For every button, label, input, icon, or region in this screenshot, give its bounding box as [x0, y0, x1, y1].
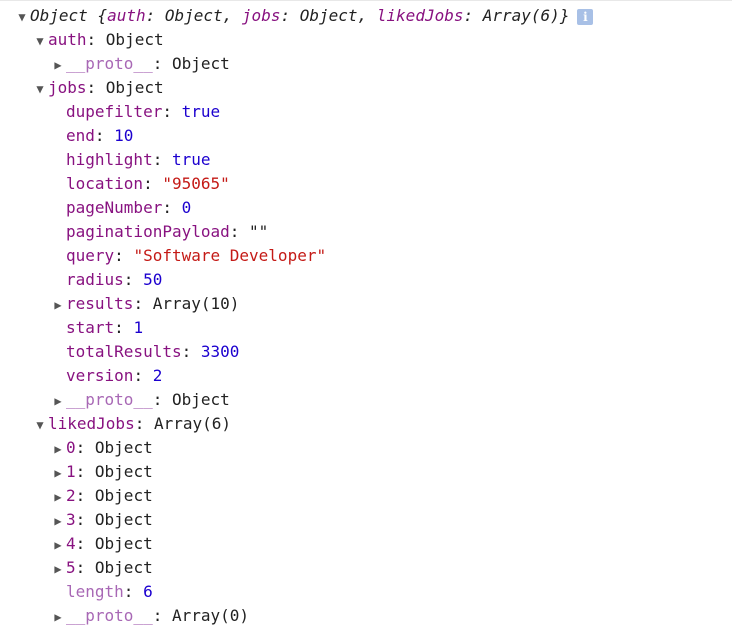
property-value: Array(0): [171, 606, 250, 625]
property-value: 3300: [200, 342, 240, 361]
jobs-prop-row: end: 10: [66, 126, 134, 145]
collapsed-triangle-icon[interactable]: ▶: [50, 389, 66, 413]
property-key: auth: [48, 30, 87, 49]
property-key: likedJobs: [48, 414, 135, 433]
property-key: 1: [66, 462, 76, 481]
property-key: radius: [66, 270, 124, 289]
property-value: true: [181, 102, 221, 121]
property-key: jobs: [48, 78, 87, 97]
top-divider: [0, 0, 732, 1]
property-value: Object: [105, 30, 164, 49]
property-value: Array(10): [152, 294, 240, 313]
expanded-triangle-icon[interactable]: ▼: [32, 413, 48, 437]
property-key: version: [66, 366, 134, 385]
property-value: 2: [152, 366, 163, 385]
property-value: Array(6): [153, 414, 232, 433]
jobs-prop-row: version: 2: [66, 366, 163, 385]
property-key: query: [66, 246, 115, 265]
property-value: true: [171, 150, 211, 169]
property-value: "95065": [162, 174, 230, 193]
property-value: Object: [171, 390, 230, 409]
likedjobs-proto-row[interactable]: ▶ __proto__: Array(0): [50, 604, 249, 628]
jobs-prop-row: totalResults: 3300: [66, 342, 240, 361]
auth-row[interactable]: ▼ auth: Object: [32, 28, 164, 53]
property-value: Object: [94, 462, 153, 481]
property-value: 10: [114, 126, 134, 145]
collapsed-triangle-icon[interactable]: ▶: [50, 509, 66, 533]
collapsed-triangle-icon[interactable]: ▶: [50, 461, 66, 485]
property-value: 6: [143, 582, 153, 601]
expanded-triangle-icon[interactable]: ▼: [32, 77, 48, 101]
likedjobs-item-row[interactable]: ▶ 2: Object: [50, 484, 153, 509]
jobs-prop-row: dupefilter: true: [66, 102, 221, 121]
jobs-proto-row[interactable]: ▶ __proto__: Object: [50, 388, 230, 413]
jobs-prop-row: location: "95065": [66, 174, 230, 193]
collapsed-triangle-icon[interactable]: ▶: [50, 485, 66, 509]
property-key: 3: [66, 510, 76, 529]
console-object-tree: ▼ Object {auth: Object, jobs: Object, lik…: [0, 0, 732, 629]
property-key: paginationPayload: [66, 222, 230, 241]
property-key: __proto__: [66, 54, 153, 73]
property-key: pageNumber: [66, 198, 163, 217]
property-value: Object: [171, 54, 230, 73]
likedjobs-item-row[interactable]: ▶ 0: Object: [50, 436, 153, 461]
property-value: "": [249, 222, 269, 241]
property-value: 50: [143, 270, 163, 289]
property-key: 0: [66, 438, 76, 457]
property-value: Object: [94, 510, 153, 529]
property-key: highlight: [66, 150, 153, 169]
jobs-prop-row: radius: 50: [66, 270, 163, 289]
jobs-results-row[interactable]: ▶ results: Array(10): [50, 292, 239, 316]
collapsed-triangle-icon[interactable]: ▶: [50, 605, 66, 629]
collapsed-triangle-icon[interactable]: ▶: [50, 53, 66, 77]
likedjobs-item-row[interactable]: ▶ 4: Object: [50, 532, 153, 557]
jobs-prop-row: paginationPayload: "": [66, 222, 269, 241]
property-value: Object: [94, 486, 153, 505]
property-value: "Software Developer": [133, 246, 327, 265]
jobs-prop-row: highlight: true: [66, 150, 211, 169]
property-value: Object: [94, 438, 153, 457]
likedjobs-item-row[interactable]: ▶ 1: Object: [50, 460, 153, 485]
jobs-prop-row: query: "Software Developer": [66, 246, 327, 265]
property-key: location: [66, 174, 144, 193]
property-key: results: [66, 294, 134, 313]
likedjobs-item-row[interactable]: ▶ 3: Object: [50, 508, 153, 533]
info-icon[interactable]: i: [577, 8, 594, 25]
expanded-triangle-icon[interactable]: ▼: [32, 29, 48, 53]
property-key: 2: [66, 486, 76, 505]
property-key: 4: [66, 534, 76, 553]
auth-proto-row[interactable]: ▶ __proto__: Object: [50, 52, 230, 77]
property-key: length: [66, 582, 124, 601]
collapsed-triangle-icon[interactable]: ▶: [50, 293, 66, 317]
property-value: 0: [181, 198, 192, 217]
expanded-triangle-icon[interactable]: ▼: [14, 5, 30, 29]
property-value: Object: [105, 78, 164, 97]
jobs-prop-row: pageNumber: 0: [66, 198, 192, 217]
property-key: dupefilter: [66, 102, 163, 121]
property-value: Object: [94, 534, 153, 553]
property-value: 1: [133, 318, 144, 337]
property-key: start: [66, 318, 115, 337]
property-key: totalResults: [66, 342, 182, 361]
collapsed-triangle-icon[interactable]: ▶: [50, 437, 66, 461]
property-key: __proto__: [66, 606, 153, 625]
jobs-prop-row: start: 1: [66, 318, 144, 337]
collapsed-triangle-icon[interactable]: ▶: [50, 557, 66, 581]
property-key: 5: [66, 558, 76, 577]
likedjobs-row[interactable]: ▼ likedJobs: Array(6): [32, 412, 231, 436]
jobs-row[interactable]: ▼ jobs: Object: [32, 76, 164, 101]
collapsed-triangle-icon[interactable]: ▶: [50, 533, 66, 557]
likedjobs-length-row: length: 6: [66, 582, 153, 601]
property-key: end: [66, 126, 95, 145]
root-summary: Object {auth: Object, jobs: Object, like…: [30, 6, 570, 25]
root-object-row[interactable]: ▼ Object {auth: Object, jobs: Object, lik…: [14, 4, 594, 29]
property-key: __proto__: [66, 390, 153, 409]
property-value: Object: [94, 558, 153, 577]
likedjobs-item-row[interactable]: ▶ 5: Object: [50, 556, 153, 581]
